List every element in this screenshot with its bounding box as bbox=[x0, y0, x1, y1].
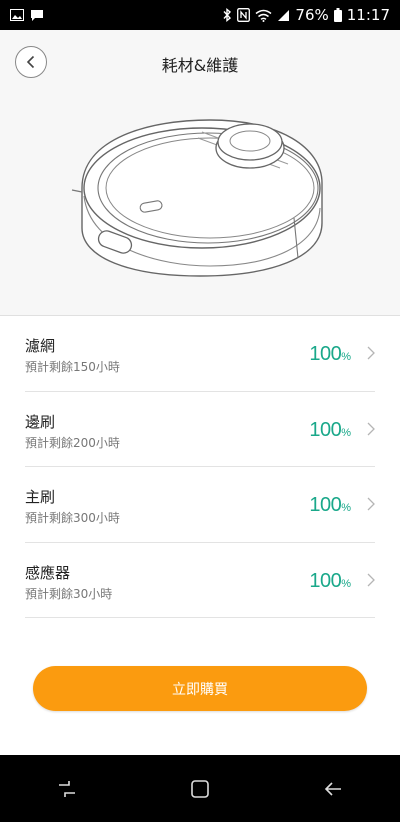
bluetooth-icon bbox=[222, 8, 232, 22]
chevron-right-icon bbox=[367, 422, 375, 435]
recent-apps-icon bbox=[58, 780, 75, 797]
robot-vacuum-illustration bbox=[71, 119, 323, 277]
status-left bbox=[10, 9, 44, 22]
buy-now-button[interactable]: 立即購買 bbox=[33, 666, 367, 711]
item-name: 主刷 bbox=[25, 488, 56, 506]
consumables-list: 濾網 預計剩餘150小時 100% 邊刷 預計剩餘200小時 100% 主刷 預… bbox=[0, 316, 400, 618]
signal-icon bbox=[277, 9, 290, 22]
page-title: 耗材&維護 bbox=[161, 56, 239, 75]
navigation-bar bbox=[0, 755, 400, 822]
back-arrow-icon bbox=[325, 781, 342, 796]
back-nav-button[interactable] bbox=[313, 769, 353, 809]
chevron-right-icon bbox=[367, 497, 375, 511]
battery-percent: 76% bbox=[295, 6, 329, 24]
percent-value: 100 bbox=[309, 569, 342, 592]
percent-value: 100 bbox=[309, 418, 342, 441]
wifi-icon bbox=[255, 9, 272, 22]
header: 耗材&維護 bbox=[0, 30, 400, 94]
recent-apps-button[interactable] bbox=[47, 769, 87, 809]
item-percent: 100% bbox=[309, 419, 351, 442]
item-name: 感應器 bbox=[25, 563, 71, 582]
status-bar: 76% 11:17 bbox=[0, 0, 400, 30]
item-percent: 100% bbox=[309, 570, 351, 593]
battery-icon bbox=[333, 8, 342, 22]
item-remaining: 預計剩餘200小時 bbox=[25, 435, 120, 450]
message-notification-icon bbox=[30, 9, 44, 22]
list-item-sensor[interactable]: 感應器 預計剩餘30小時 100% bbox=[25, 543, 375, 618]
percent-unit: % bbox=[341, 502, 351, 514]
clock: 11:17 bbox=[346, 6, 390, 24]
chevron-right-icon bbox=[367, 573, 375, 586]
item-remaining: 預計剩餘150小時 bbox=[25, 360, 120, 374]
item-percent: 100% bbox=[309, 494, 351, 517]
percent-value: 100 bbox=[309, 343, 342, 365]
percent-unit: % bbox=[341, 426, 351, 439]
percent-unit: % bbox=[341, 577, 351, 590]
nfc-icon bbox=[237, 8, 251, 22]
item-name: 邊刷 bbox=[25, 412, 56, 431]
image-notification-icon bbox=[10, 9, 24, 21]
item-remaining: 預計剩餘300小時 bbox=[25, 511, 120, 525]
list-item-side-brush[interactable]: 邊刷 預計剩餘200小時 100% bbox=[25, 392, 375, 467]
home-button[interactable] bbox=[180, 769, 220, 809]
product-image-area bbox=[0, 94, 400, 316]
chevron-right-icon bbox=[367, 346, 375, 360]
list-item-main-brush[interactable]: 主刷 預計剩餘300小時 100% bbox=[25, 467, 375, 543]
status-right: 76% 11:17 bbox=[222, 6, 390, 24]
item-name: 濾網 bbox=[25, 337, 56, 355]
percent-unit: % bbox=[341, 351, 351, 363]
list-item-filter[interactable]: 濾網 預計剩餘150小時 100% bbox=[25, 316, 375, 392]
item-percent: 100% bbox=[309, 343, 351, 366]
home-icon bbox=[191, 779, 209, 798]
percent-value: 100 bbox=[309, 494, 342, 516]
item-remaining: 預計剩餘30小時 bbox=[25, 586, 113, 601]
